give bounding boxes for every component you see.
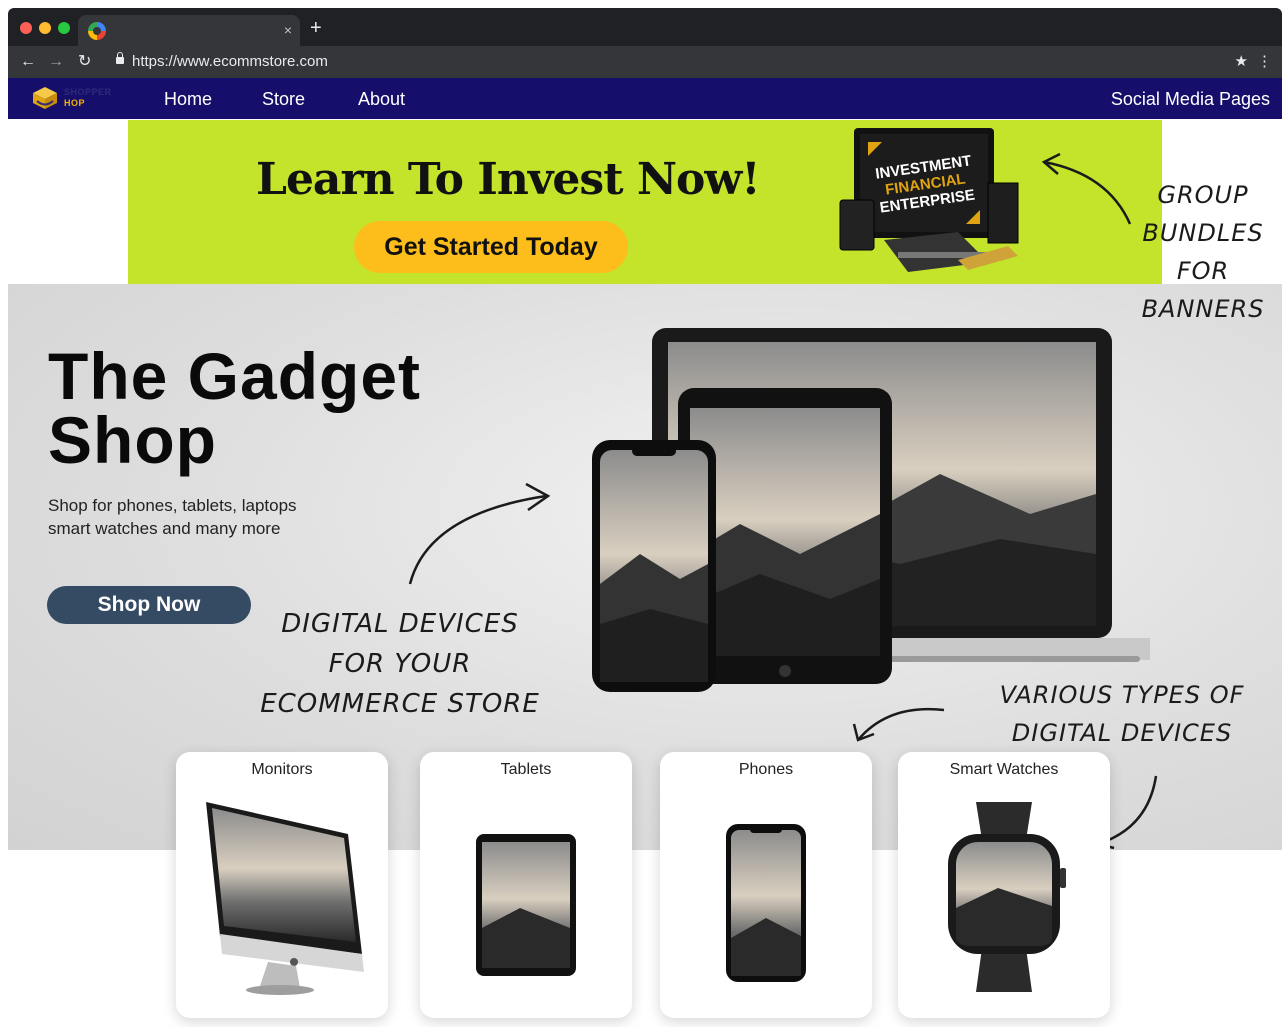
category-label: Smart Watches	[949, 761, 1059, 778]
nav-link-about[interactable]: About	[358, 88, 405, 110]
phone-image	[726, 824, 806, 982]
kebab-menu-icon[interactable]: ⋮	[1257, 52, 1272, 70]
close-window-button[interactable]	[20, 22, 32, 34]
category-card-watches[interactable]: Smart Watches	[898, 752, 1110, 1018]
annotation-digital-devices: DIGITAL DEVICES FOR YOUR ECOMMERCE STORE	[220, 604, 580, 724]
nav-link-home[interactable]: Home	[164, 88, 212, 110]
hero-subtitle: Shop for phones, tablets, laptops smart …	[48, 494, 378, 540]
hero-subtitle-line1: Shop for phones, tablets, laptops	[48, 496, 297, 515]
reload-icon[interactable]: ↻	[78, 52, 91, 72]
logo-box-icon	[33, 87, 57, 109]
annotation-various-line2: DIGITAL DEVICES	[1011, 719, 1233, 747]
annotation-group-line1: GROUP	[1157, 181, 1249, 209]
arrow-to-banner-icon	[1041, 152, 1132, 225]
smartwatch-image	[948, 802, 1066, 992]
annotation-digital-line2: FOR YOUR	[328, 649, 472, 679]
category-card-tablets[interactable]: Tablets	[420, 752, 632, 1018]
maximize-window-button[interactable]	[58, 22, 70, 34]
get-started-button[interactable]: Get Started Today	[354, 221, 628, 273]
hero-subtitle-line2: smart watches and many more	[48, 519, 281, 538]
logo-line2: HOP	[64, 98, 86, 108]
hero-title-line1: The Gadget	[48, 339, 422, 413]
tablet-image	[476, 834, 576, 976]
promo-banner[interactable]: Learn To Invest Now! Get Started Today I…	[128, 120, 1162, 284]
hero-title-line2: Shop	[48, 403, 217, 477]
favicon-icon	[88, 22, 106, 40]
site-logo[interactable]: SHOPPER HOP	[32, 84, 142, 114]
annotation-digital-line1: DIGITAL DEVICES	[281, 609, 519, 639]
nav-link-social[interactable]: Social Media Pages	[1111, 88, 1270, 110]
url-field[interactable]: https://www.ecommstore.com	[132, 53, 328, 71]
annotation-digital-line3: ECOMMERCE STORE	[260, 689, 540, 719]
lock-icon	[116, 52, 124, 65]
tab-close-icon[interactable]: ×	[284, 21, 292, 39]
category-label: Monitors	[251, 761, 313, 778]
annotation-group-bundles: GROUP BUNDLES FOR BANNERS	[1118, 176, 1282, 328]
new-tab-button[interactable]: +	[310, 16, 322, 40]
hero-title: The Gadget Shop	[48, 339, 422, 477]
browser-window: × + ← → ↻ https://www.ecommstore.com ★ ⋮…	[8, 8, 1282, 1027]
category-card-monitors[interactable]: Monitors	[176, 752, 388, 1018]
site-navbar: SHOPPER HOP Home Store About Social Medi…	[8, 78, 1282, 119]
logo-text: SHOPPER HOP	[64, 87, 112, 109]
tab-bar: × +	[8, 8, 1282, 46]
investment-bundle-image: INVESTMENT FINANCIAL ENTERPRISE	[839, 128, 1019, 272]
browser-tab[interactable]: ×	[78, 15, 300, 46]
annotation-group-line3: FOR	[1176, 257, 1230, 285]
minimize-window-button[interactable]	[39, 22, 51, 34]
category-label: Phones	[738, 761, 794, 778]
address-bar: ← → ↻ https://www.ecommstore.com ★ ⋮	[8, 46, 1282, 78]
banner-title: Learn To Invest Now!	[256, 154, 761, 205]
arrow-to-tablets-icon	[852, 707, 945, 742]
logo-line1: SHOPPER	[64, 87, 112, 97]
arrow-to-devices-icon	[408, 482, 551, 585]
devices-mockup-image	[592, 328, 1150, 692]
annotation-various-line1: VARIOUS TYPES OF	[999, 681, 1245, 709]
annotation-various-types: VARIOUS TYPES OF DIGITAL DEVICES	[972, 676, 1272, 752]
annotation-group-line2: BUNDLES	[1142, 219, 1264, 247]
forward-icon[interactable]: →	[48, 52, 64, 72]
annotation-group-line4: BANNERS	[1141, 295, 1265, 323]
monitor-image	[206, 802, 364, 995]
star-icon[interactable]: ★	[1235, 52, 1248, 70]
category-card-phones[interactable]: Phones	[660, 752, 872, 1018]
category-label: Tablets	[500, 761, 552, 778]
nav-link-store[interactable]: Store	[262, 88, 305, 110]
back-icon[interactable]: ←	[20, 52, 36, 72]
